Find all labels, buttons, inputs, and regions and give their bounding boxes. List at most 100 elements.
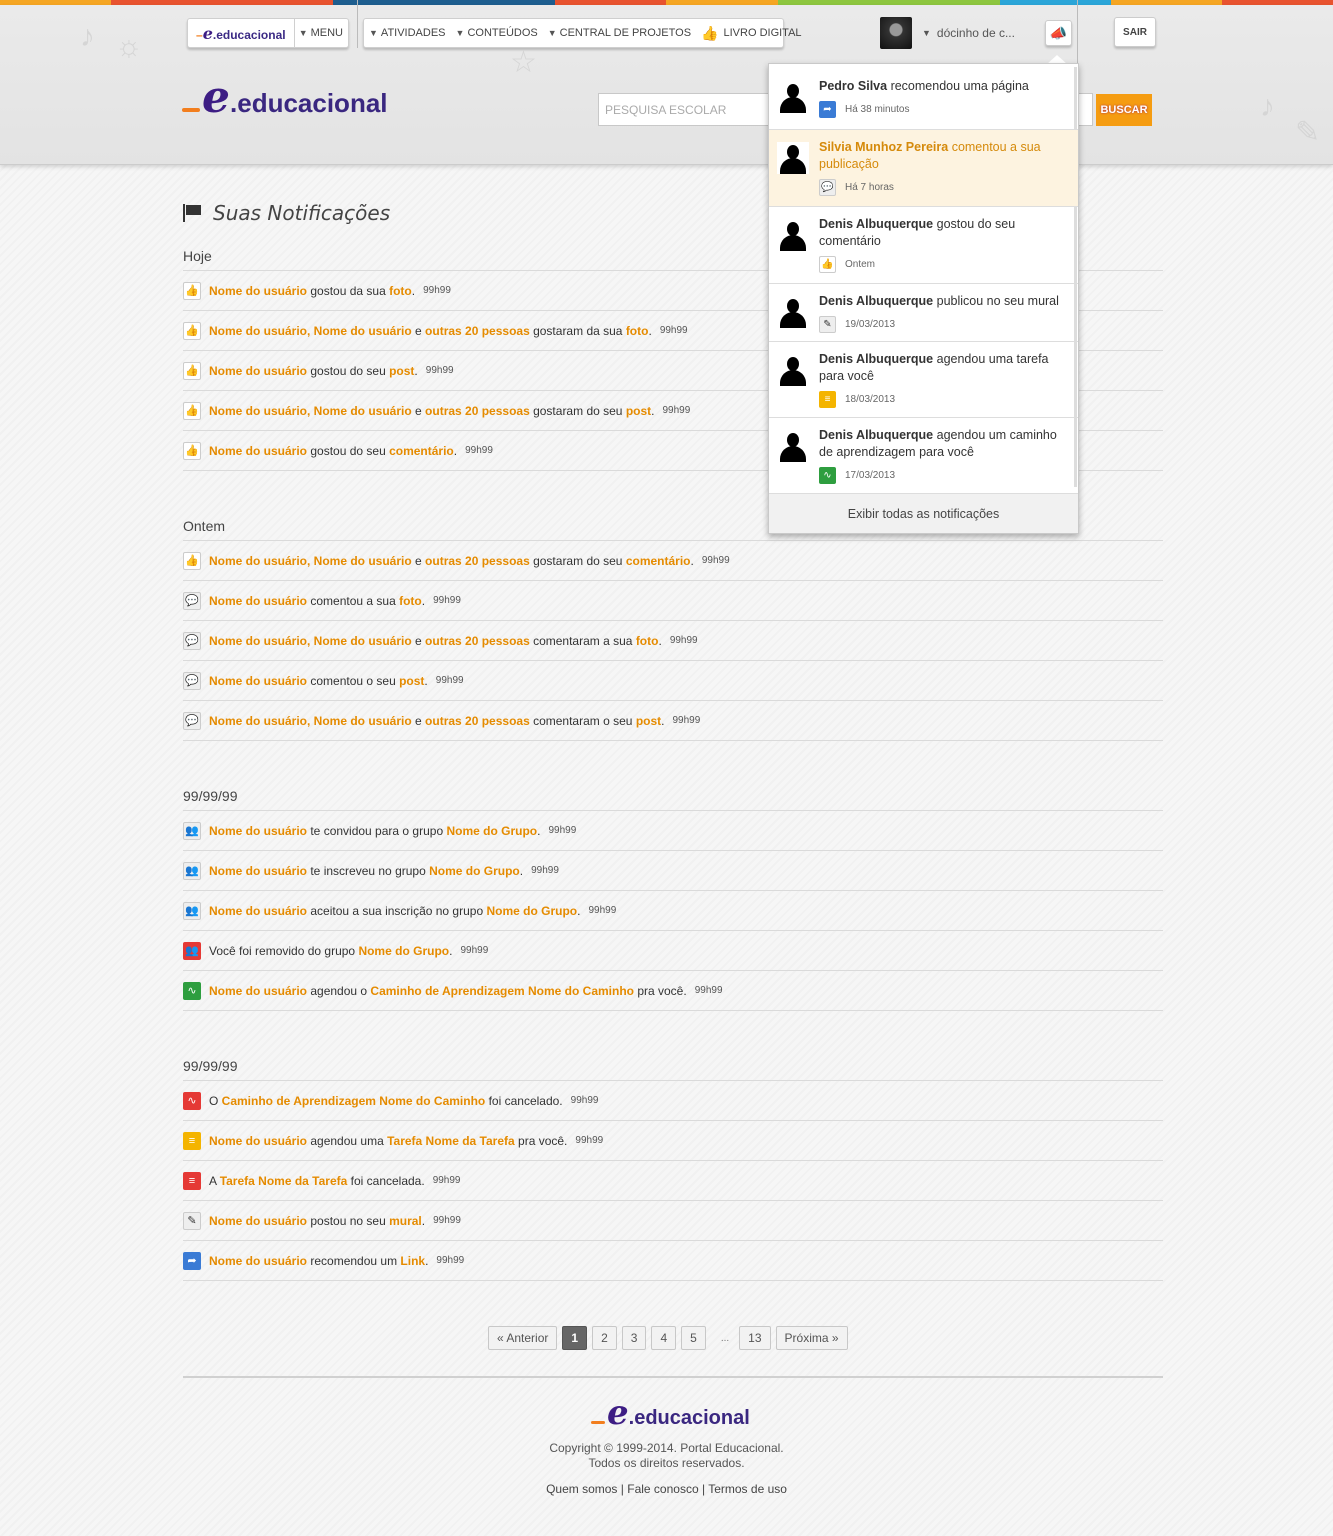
notification-link[interactable]: Nome do usuário, Nome do usuário	[209, 634, 412, 648]
notification-link[interactable]: Link	[400, 1254, 425, 1268]
notification-link[interactable]: Nome do usuário, Nome do usuário	[209, 554, 412, 568]
notification-link[interactable]: Nome do Grupo	[446, 824, 537, 838]
notification-link[interactable]: foto	[626, 324, 649, 338]
notification-meta: ➦ Há 38 minutos	[819, 101, 1078, 118]
notification-link[interactable]: Nome do usuário	[209, 984, 307, 998]
show-all-notifications-button[interactable]: Exibir todas as notificações	[769, 493, 1078, 533]
page-button-3[interactable]: 3	[621, 1326, 647, 1350]
notification-link[interactable]: Nome do Grupo	[429, 864, 520, 878]
menu-button[interactable]: ▼ MENU	[294, 18, 348, 48]
small-logo[interactable]: – e. educacional	[188, 24, 294, 43]
next-page-button[interactable]: Próxima »	[775, 1326, 848, 1350]
notification-link[interactable]: Nome do usuário	[209, 1254, 307, 1268]
logo-text: educacional	[237, 88, 388, 118]
notification-link[interactable]: Caminho de Aprendizagem Nome do Caminho	[370, 984, 634, 998]
notification-link[interactable]: Nome do Grupo	[358, 944, 449, 958]
notification-link[interactable]: post	[399, 674, 424, 688]
page-button-1[interactable]: 1	[562, 1326, 588, 1350]
notification-link[interactable]: Nome do usuário	[209, 594, 307, 608]
notification-text: Nome do usuário comentou a sua foto.	[209, 594, 425, 608]
dropdown-notification-item[interactable]: Denis Albuquerque gostou do seu comentár…	[769, 207, 1078, 284]
notification-link[interactable]: foto	[636, 634, 659, 648]
dropdown-notification-item[interactable]: Denis Albuquerque agendou uma tarefa par…	[769, 342, 1078, 418]
footer-logo-text: educacional	[634, 1407, 750, 1429]
notification-link[interactable]: mural	[389, 1214, 422, 1228]
notification-link[interactable]: outras 20 pessoas	[425, 634, 530, 648]
page-button-5[interactable]: 5	[681, 1326, 706, 1350]
page-button-2[interactable]: 2	[592, 1326, 617, 1350]
notifications-button[interactable]: 📣	[1045, 20, 1072, 46]
footer-link-termos[interactable]: Termos de uso	[708, 1482, 787, 1496]
notification-link[interactable]: outras 20 pessoas	[425, 554, 530, 568]
nav-atividades[interactable]: ▼ ATIVIDADES	[364, 18, 451, 48]
notification-link[interactable]: Nome do usuário	[209, 364, 307, 378]
nav-central-projetos[interactable]: ▼ CENTRAL DE PROJETOS	[543, 18, 696, 48]
footer-link-quem-somos[interactable]: Quem somos	[546, 1482, 617, 1496]
notification-plain: gostaram do seu	[529, 403, 626, 418]
page-button-4[interactable]: 4	[651, 1326, 677, 1350]
notification-link[interactable]: Tarefa Nome da Tarefa	[387, 1134, 515, 1148]
notification-link[interactable]: Nome do usuário	[209, 674, 307, 688]
notification-row: 👥 Nome do usuário te convidou para o grup…	[183, 811, 1163, 851]
avatar	[777, 219, 809, 251]
notification-time: 99h99	[701, 555, 730, 566]
notification-meta: 💬 Há 7 horas	[819, 179, 1078, 196]
notification-link[interactable]: foto	[389, 284, 412, 298]
notification-link[interactable]: foto	[399, 594, 422, 608]
notification-plain: gostaram do seu	[529, 553, 626, 568]
notification-link[interactable]: Nome do usuário	[209, 1134, 307, 1148]
nav-atividades-label: ATIVIDADES	[380, 27, 446, 39]
notification-link[interactable]: Nome do usuário	[209, 284, 307, 298]
notification-plain: pra você.	[514, 1133, 568, 1148]
notification-user-name: Silvia Munhoz Pereira	[819, 140, 949, 154]
notification-link[interactable]: Nome do Grupo	[486, 904, 577, 918]
nav-conteudos[interactable]: ▼ CONTEÚDOS	[451, 18, 543, 48]
avatar	[777, 81, 809, 113]
thumbs-up-icon: 👍	[183, 321, 201, 340]
notifications-dropdown: Exibir todas as notificações Pedro Silva…	[768, 63, 1079, 534]
notification-link[interactable]: Nome do usuário	[209, 444, 307, 458]
dropdown-notification-text: Denis Albuquerque gostou do seu comentár…	[819, 216, 1078, 250]
notification-link[interactable]: post	[636, 714, 661, 728]
notification-row: ✎ Nome do usuário postou no seu mural. 99h…	[183, 1201, 1163, 1241]
dropdown-notification-item[interactable]: Silvia Munhoz Pereira comentou a sua pub…	[769, 130, 1078, 207]
notification-text: A Tarefa Nome da Tarefa foi cancelada.	[209, 1174, 425, 1188]
dropdown-notification-item[interactable]: Denis Albuquerque publicou no seu mural ✎…	[769, 284, 1078, 342]
notification-link[interactable]: Tarefa Nome da Tarefa	[220, 1174, 348, 1188]
footer-link-fale-conosco[interactable]: Fale conosco	[627, 1482, 698, 1496]
copyright: Copyright © 1999-2014. Portal Educaciona…	[549, 1441, 784, 1455]
doodle-decoration: ☼	[115, 30, 143, 63]
main-logo[interactable]: e . educacional	[182, 76, 388, 120]
notification-action: publicou no seu mural	[933, 294, 1059, 308]
dropdown-notification-item[interactable]: Denis Albuquerque agendou um caminho de …	[769, 418, 1078, 494]
notification-link[interactable]: Nome do usuário	[209, 904, 307, 918]
nav-central-label: CENTRAL DE PROJETOS	[559, 27, 692, 39]
notification-link[interactable]: Nome do usuário, Nome do usuário	[209, 714, 412, 728]
learning-path-icon: ∿	[819, 467, 836, 484]
notification-link[interactable]: Nome do usuário	[209, 1214, 307, 1228]
notification-link[interactable]: comentário	[626, 554, 691, 568]
task-icon: ≡	[183, 1131, 201, 1150]
notification-link[interactable]: post	[389, 364, 414, 378]
profile-menu[interactable]: ▼ dócinho de c...	[880, 17, 1015, 49]
prev-page-button[interactable]: « Anterior	[488, 1326, 558, 1350]
notification-link[interactable]: outras 20 pessoas	[425, 714, 530, 728]
notification-link[interactable]: outras 20 pessoas	[425, 404, 530, 418]
notification-link[interactable]: Nome do usuário	[209, 864, 307, 878]
notification-link[interactable]: Caminho de Aprendizagem Nome do Caminho	[222, 1094, 486, 1108]
notification-plain: comentaram a sua	[529, 633, 636, 648]
notification-link[interactable]: post	[626, 404, 651, 418]
notification-plain: e	[411, 633, 426, 648]
notification-link[interactable]: comentário	[389, 444, 454, 458]
logout-button[interactable]: SAIR	[1114, 17, 1156, 47]
notification-link[interactable]: Nome do usuário, Nome do usuário	[209, 404, 412, 418]
notification-time: 99h99	[570, 1095, 599, 1106]
notification-link[interactable]: outras 20 pessoas	[425, 324, 530, 338]
search-button[interactable]: BUSCAR	[1096, 94, 1152, 126]
notification-link[interactable]: Nome do usuário, Nome do usuário	[209, 324, 412, 338]
nav-livro-digital[interactable]: 👍 LIVRO DIGITAL	[696, 18, 806, 48]
dropdown-notification-item[interactable]: Pedro Silva recomendou uma página ➦ Há 38 …	[769, 64, 1078, 130]
page-button-last[interactable]: 13	[739, 1326, 771, 1350]
notification-time: Ontem	[845, 259, 876, 270]
notification-link[interactable]: Nome do usuário	[209, 824, 307, 838]
